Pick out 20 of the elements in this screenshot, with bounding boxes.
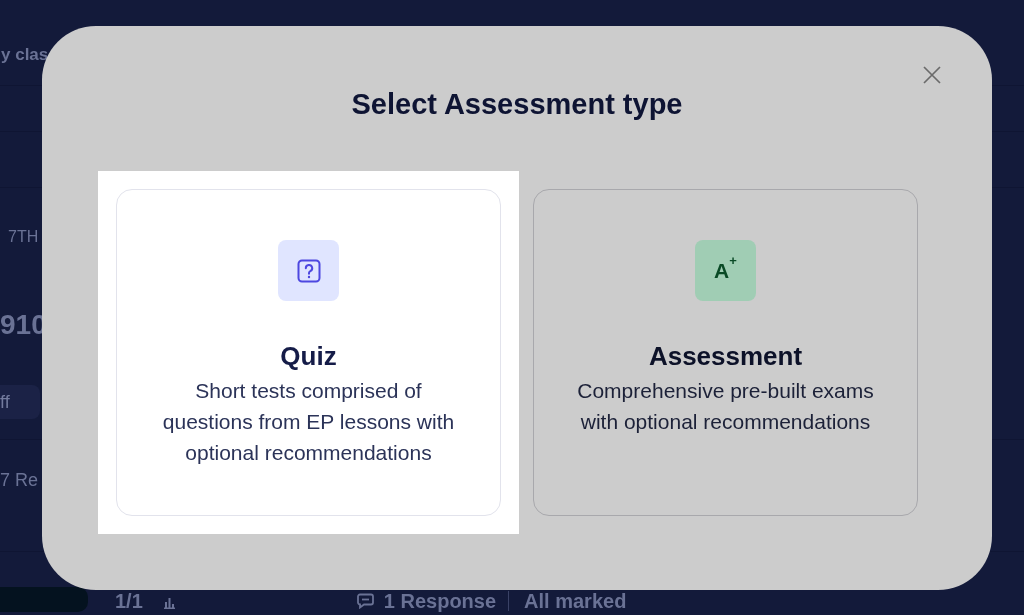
marking-status: All marked — [524, 590, 627, 612]
close-button[interactable] — [923, 66, 941, 84]
question-mark-icon — [278, 240, 339, 301]
grade-label: 7TH — [8, 227, 39, 247]
option-description: Comprehensive pre-built exams with optional recommendations — [577, 378, 874, 435]
dialog-title: Select Assessment type — [351, 87, 683, 122]
responses-text: 7 Re — [0, 469, 39, 492]
toggle-chip[interactable]: ff — [0, 385, 40, 419]
assessment-option-card[interactable]: A$^{+}$ Assessment Comprehensive pre-built exams with optional recommendations — [533, 189, 918, 516]
option-title: Quiz — [280, 340, 337, 372]
quiz-option-card[interactable]: Quiz Short tests comprised of questions from EP lessons with optional recommendations — [116, 189, 501, 516]
count-text: 1/1 — [115, 590, 143, 612]
speech-bubble-icon — [356, 593, 374, 609]
option-description: Short tests comprised of questions from EP lessons with optional recommendations — [162, 378, 455, 466]
response-count: 1 Response — [383, 590, 497, 612]
close-icon — [923, 66, 941, 84]
page-heading: y clas — [1, 44, 49, 66]
grade-icon: A$^{+}$ — [695, 240, 756, 301]
option-title: Assessment — [648, 340, 803, 372]
bar-chart-icon — [162, 596, 176, 609]
